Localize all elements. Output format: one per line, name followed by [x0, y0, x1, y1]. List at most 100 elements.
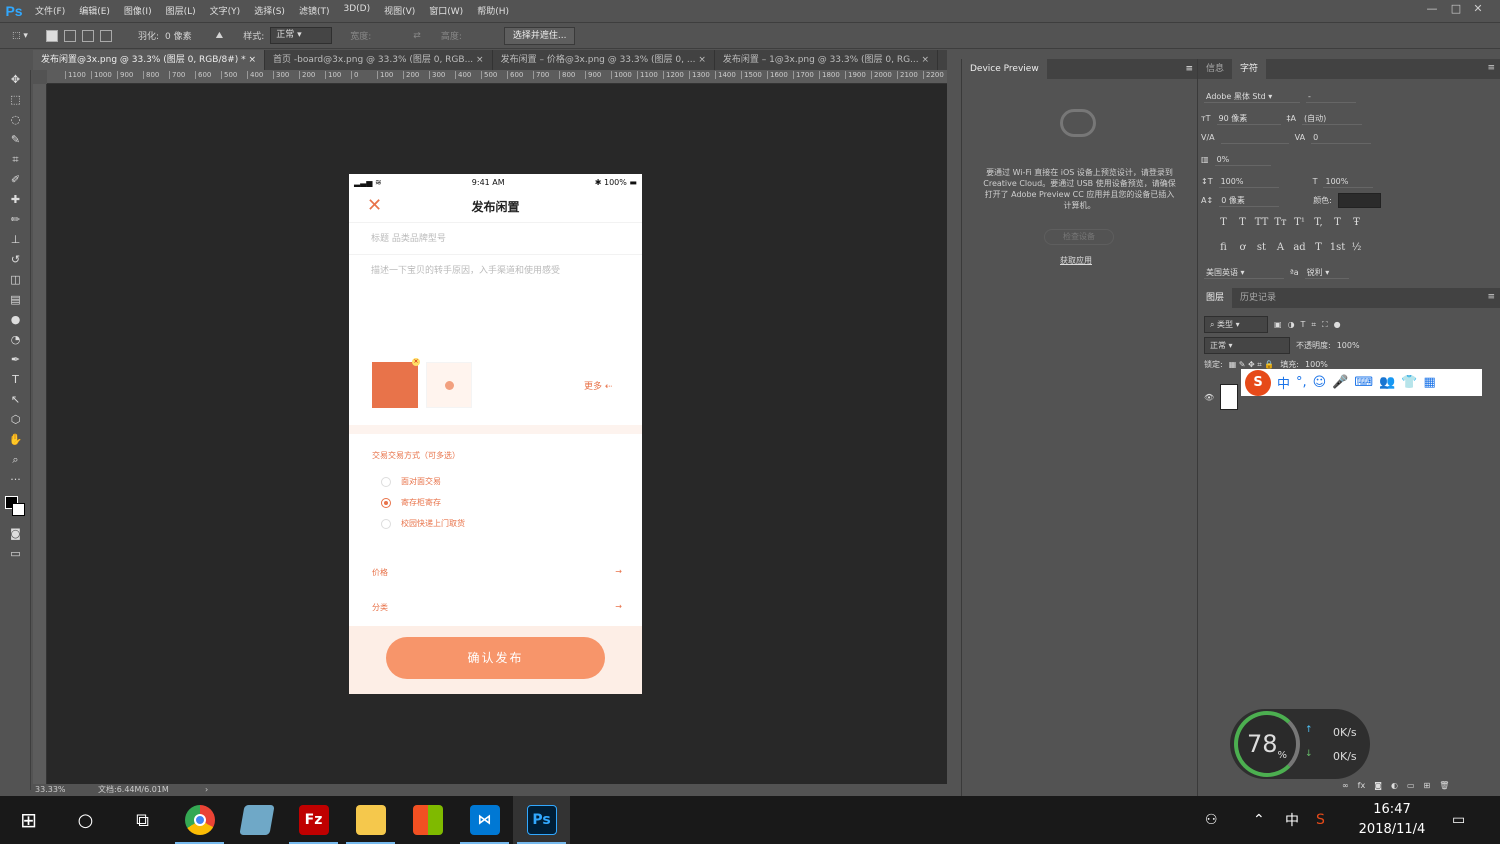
opentype-button[interactable]: ½ — [1347, 242, 1366, 253]
crop-tool-icon[interactable]: ⌗ — [0, 150, 31, 170]
more-button[interactable]: 更多 ⇠ — [584, 379, 612, 392]
get-app-link[interactable]: 获取应用 — [1060, 255, 1092, 266]
group-icon[interactable]: ▭ — [1407, 781, 1415, 790]
close-icon[interactable]: × — [249, 55, 257, 65]
trade-option-1[interactable]: 面对面交易 — [381, 476, 441, 487]
check-device-button[interactable]: 检查设备 — [1044, 229, 1114, 245]
antialias-icon[interactable]: ⛰ — [216, 31, 224, 41]
swap-icon[interactable]: ⇄ — [413, 31, 421, 41]
tab-history[interactable]: 历史记录 — [1232, 288, 1284, 308]
path-select-tool-icon[interactable]: ↖ — [0, 390, 31, 410]
color-swatches-icon[interactable] — [0, 490, 31, 524]
leading-select[interactable]: (自动) — [1302, 112, 1363, 125]
tab-document-4[interactable]: 发布闲置 – 1@3x.png @ 33.3% (图层 0, RG... × — [715, 50, 939, 70]
menu-item[interactable]: 帮助(H) — [470, 4, 516, 17]
antialias-select[interactable]: 锐利 ▾ — [1304, 266, 1349, 279]
cortana-button[interactable]: ○ — [57, 796, 114, 844]
description-field[interactable]: 描述一下宝贝的转手原因，入手渠道和使用感受 — [349, 255, 642, 325]
tracking-select[interactable]: 0 — [1311, 131, 1372, 144]
ime-button[interactable]: S — [1245, 369, 1271, 396]
eraser-tool-icon[interactable]: ◫ — [0, 270, 31, 290]
taskbar-notes[interactable] — [228, 796, 285, 844]
brush-tool-icon[interactable]: ✏ — [0, 210, 31, 230]
opentype-button[interactable]: 1st — [1328, 242, 1347, 253]
taskbar-explorer[interactable] — [342, 796, 399, 844]
zoom-value[interactable]: 33.33% — [35, 784, 66, 796]
fill-value[interactable]: 100% — [1305, 360, 1328, 369]
close-button[interactable]: ✕ — [1465, 0, 1491, 21]
ime-button[interactable]: 👥 — [1379, 375, 1395, 390]
blur-tool-icon[interactable]: ● — [0, 310, 31, 330]
price-row[interactable]: 价格 → — [372, 567, 622, 578]
delete-icon[interactable]: 🗑 — [1439, 781, 1449, 790]
mask-icon[interactable]: ◙ — [1374, 781, 1382, 790]
shape-tool-icon[interactable]: ⬡ — [0, 410, 31, 430]
menu-item[interactable]: 图像(I) — [117, 4, 159, 17]
adjustment-icon[interactable]: ◐ — [1391, 781, 1398, 790]
clock[interactable]: 16:47 2018/11/4 — [1350, 796, 1434, 844]
font-size-select[interactable]: 90 像素 — [1216, 112, 1281, 125]
menu-item[interactable]: 窗口(W) — [422, 4, 470, 17]
layer-filter-select[interactable]: ⌕ 类型 ▾ — [1204, 316, 1268, 333]
taskbar-photoshop[interactable]: Ps — [513, 796, 570, 844]
type-tool-icon[interactable]: T — [0, 370, 31, 390]
panel-menu-icon[interactable]: ≡ — [1487, 292, 1495, 302]
tab-document-2[interactable]: 首页 -board@3x.png @ 33.3% (图层 0, RGB... × — [265, 50, 493, 70]
filter-pixel-icon[interactable]: ▣ — [1274, 320, 1282, 329]
tab-info[interactable]: 信息 — [1198, 59, 1232, 79]
move-tool-icon[interactable]: ✥ — [0, 70, 31, 90]
type-style-button[interactable]: T, — [1309, 217, 1328, 228]
close-icon[interactable]: × — [698, 55, 706, 65]
type-style-button[interactable]: T — [1233, 217, 1252, 228]
title-field[interactable]: 标题 品类品牌型号 — [349, 223, 642, 255]
subtract-selection-icon[interactable] — [82, 29, 94, 42]
gradient-tool-icon[interactable]: ▤ — [0, 290, 31, 310]
close-icon[interactable]: × — [922, 55, 930, 65]
menu-item[interactable]: 视图(V) — [377, 4, 422, 17]
remove-photo-icon[interactable]: × — [412, 358, 420, 366]
minimize-button[interactable]: — — [1419, 0, 1445, 21]
tab-layers[interactable]: 图层 — [1198, 288, 1233, 308]
sogou-tray-icon[interactable]: S — [1316, 796, 1325, 844]
filter-toggle-icon[interactable]: ● — [1334, 320, 1341, 329]
feather-value[interactable]: 0 像素 — [165, 29, 192, 42]
close-x-icon[interactable]: ✕ — [367, 195, 382, 216]
intersect-selection-icon[interactable] — [100, 29, 112, 42]
filter-type-icon[interactable]: T — [1301, 320, 1306, 329]
menu-item[interactable]: 文件(F) — [28, 4, 72, 17]
new-selection-icon[interactable] — [46, 29, 58, 42]
close-icon[interactable]: × — [476, 55, 484, 65]
marquee-tool-icon[interactable]: ⬚ — [0, 90, 31, 110]
panel-menu-icon[interactable]: ≡ — [1185, 59, 1193, 79]
ime-button[interactable]: 👕 — [1401, 375, 1417, 390]
menu-item[interactable]: 滤镜(T) — [292, 4, 337, 17]
ime-button[interactable]: ☺ — [1313, 375, 1327, 390]
start-button[interactable]: ⊞ — [0, 796, 57, 844]
tray-expand-icon[interactable]: ⌃ — [1253, 796, 1265, 844]
filter-shape-icon[interactable]: ⌗ — [1311, 320, 1316, 330]
opentype-button[interactable]: ad — [1290, 242, 1309, 253]
quick-mask-icon[interactable]: ◙ — [0, 524, 31, 544]
opentype-button[interactable]: fi — [1214, 242, 1233, 253]
phone-artboard[interactable]: ▂▃▅ ≋ 9:41 AM ✱ 100% ▬ ✕ 发布闲置 标题 品类品牌型号 … — [349, 174, 642, 694]
opacity-value[interactable]: 100% — [1337, 341, 1360, 350]
style-select[interactable]: 正常 ▾ — [270, 27, 333, 44]
menu-item[interactable]: 选择(S) — [247, 4, 292, 17]
submit-button[interactable]: 确认发布 — [386, 637, 605, 679]
ime-button[interactable]: 中 — [1277, 373, 1290, 392]
filter-adjust-icon[interactable]: ◑ — [1288, 320, 1295, 329]
opentype-button[interactable]: st — [1252, 242, 1271, 253]
task-view-button[interactable]: ⧉ — [114, 796, 171, 844]
filter-smart-icon[interactable]: ⛶ — [1322, 320, 1328, 330]
eyedropper-tool-icon[interactable]: ✐ — [0, 170, 31, 190]
tab-character[interactable]: 字符 — [1232, 59, 1267, 79]
font-family-select[interactable]: Adobe 黑体 Std ▾ — [1204, 90, 1300, 103]
taskbar-vscode[interactable]: ⋈ — [456, 796, 513, 844]
link-icon[interactable]: ∞ — [1342, 781, 1349, 790]
language-select[interactable]: 美国英语 ▾ — [1204, 266, 1284, 279]
ime-button[interactable]: 🎤 — [1332, 375, 1348, 390]
screen-mode-icon[interactable]: ▭ — [0, 544, 31, 564]
more-tools-icon[interactable]: ··· — [0, 470, 31, 490]
stamp-tool-icon[interactable]: ⊥ — [0, 230, 31, 250]
healing-tool-icon[interactable]: ✚ — [0, 190, 31, 210]
